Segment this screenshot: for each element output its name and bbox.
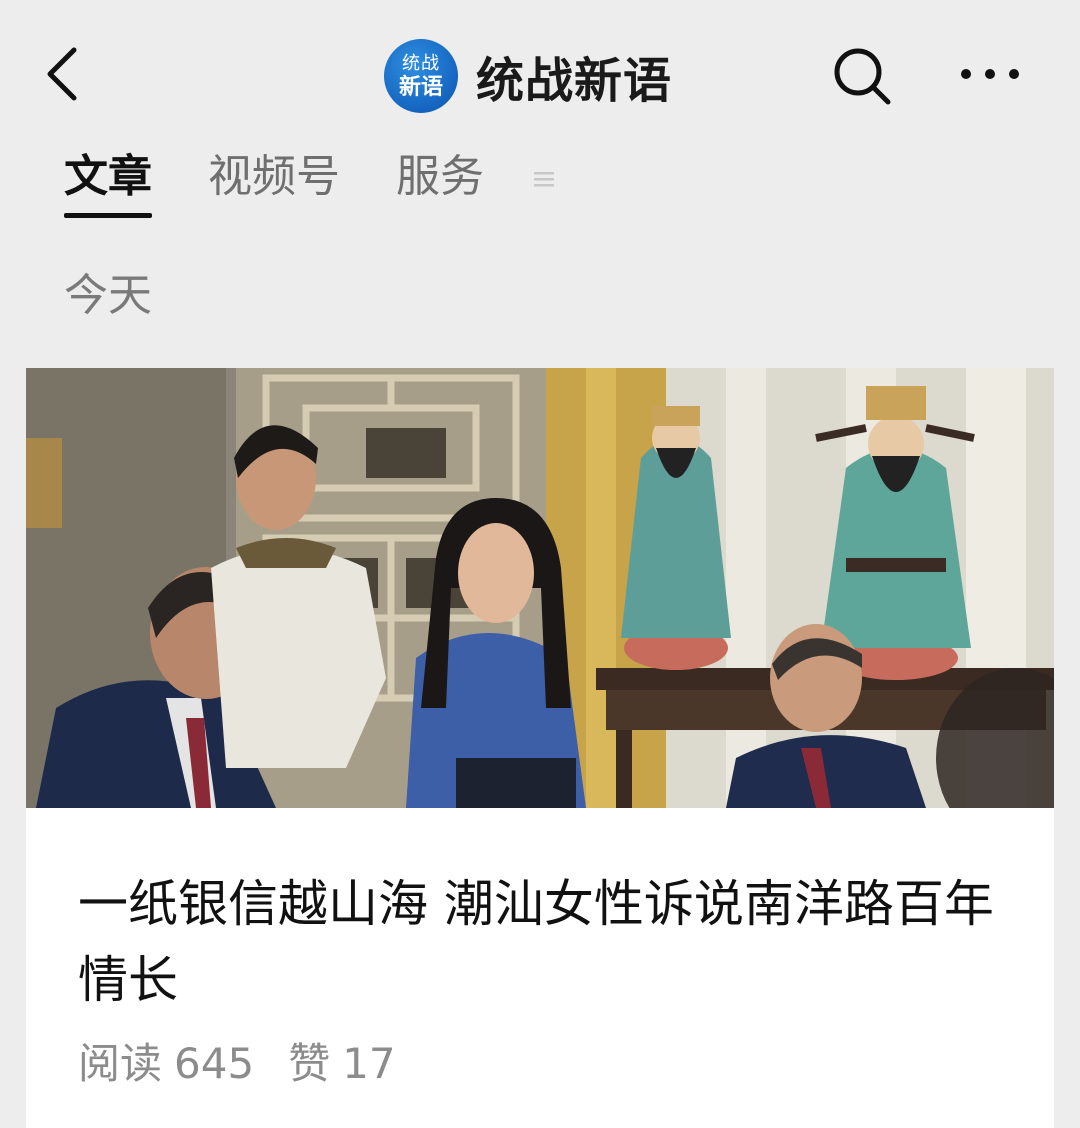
account-tabs: 文章 视频号 服务 [64,146,540,226]
like-number: 17 [342,1039,396,1088]
avatar-text-top: 统战 [402,52,440,74]
account-avatar[interactable]: 统战 新语 [384,39,458,113]
article-card[interactable]: 一纸银信越山海 潮汕女性诉说南洋路百年情长 阅读 645 赞 17 [26,368,1054,1128]
avatar-text-bottom: 新语 [398,73,443,100]
more-horizontal-icon [961,69,1019,79]
back-button[interactable] [36,42,96,106]
search-icon [834,48,891,105]
account-name[interactable]: 统战新语 [476,41,672,111]
article-cover-image[interactable] [26,368,1054,808]
top-nav-bar: 统战 新语 统战新语 [0,0,1080,150]
tab-channels[interactable]: 视频号 [208,146,340,208]
article-title[interactable]: 一纸银信越山海 潮汕女性诉说南洋路百年情长 [78,866,1008,1018]
article-stats: 阅读 645 赞 17 [78,1034,430,1094]
read-count: 阅读 645 [78,1034,254,1094]
like-label: 赞 [288,1039,331,1088]
date-section-label: 今天 [64,270,152,321]
read-label: 阅读 [78,1039,163,1088]
menu-lines-icon [534,172,554,187]
search-button[interactable] [828,42,896,110]
chevron-left-icon [47,47,77,101]
tab-services[interactable]: 服务 [396,146,484,208]
read-number: 645 [174,1039,255,1088]
like-count: 赞 17 [288,1034,395,1094]
more-button[interactable] [954,56,1026,92]
tab-articles[interactable]: 文章 [64,146,152,218]
account-header[interactable]: 统战 新语 统战新语 [384,39,672,113]
tab-menu-button[interactable] [534,170,554,188]
